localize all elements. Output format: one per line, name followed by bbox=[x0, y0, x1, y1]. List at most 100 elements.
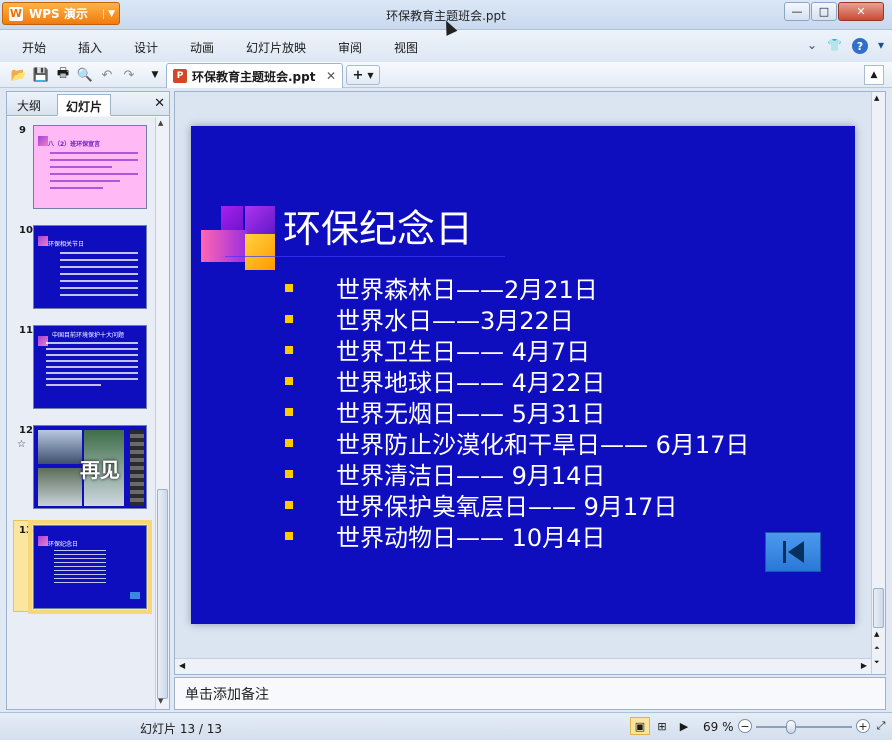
bullet-marker bbox=[285, 500, 293, 509]
thumbnail-title: 环保相关节日 bbox=[48, 241, 85, 248]
new-tab-button[interactable]: + ▼ bbox=[346, 65, 380, 85]
bullet-marker bbox=[285, 345, 293, 354]
close-panel-icon[interactable]: ✕ bbox=[154, 96, 165, 111]
slide-sorter-icon[interactable]: ⊞ bbox=[652, 717, 672, 735]
zoom-in-icon[interactable]: + bbox=[856, 719, 870, 733]
tab-slides[interactable]: 幻灯片 bbox=[57, 94, 112, 116]
thumbnail-title: 八（2）班环保宣言 bbox=[48, 141, 101, 148]
close-tab-icon[interactable]: ✕ bbox=[326, 69, 336, 83]
open-folder-icon[interactable]: 📂 bbox=[10, 66, 28, 84]
slide-thumbnail-13[interactable]: 环保纪念日 bbox=[28, 520, 152, 614]
dropdown-arrow-icon[interactable]: ▾ bbox=[878, 38, 884, 54]
menu-insert[interactable]: 插入 bbox=[78, 39, 102, 56]
fit-window-icon[interactable]: ⤢ bbox=[874, 719, 888, 733]
bullet-marker bbox=[285, 531, 293, 540]
back-arrow-icon bbox=[787, 541, 804, 563]
menu-right-tools: ⌄ 👕 ? ▾ bbox=[807, 38, 884, 54]
scroll-down-icon[interactable]: ▼ bbox=[158, 697, 163, 705]
tab-outline[interactable]: 大纲 bbox=[9, 94, 49, 116]
thumbnail-photo bbox=[38, 430, 82, 464]
bullet-item: 世界清洁日—— 9月14日 bbox=[283, 458, 749, 490]
slide-thumbnail-9[interactable]: 八（2）班环保宣言 bbox=[33, 125, 147, 209]
bullet-text: 世界卫生日—— 4月7日 bbox=[336, 338, 591, 366]
help-icon[interactable]: ? bbox=[851, 38, 868, 54]
menu-animation[interactable]: 动画 bbox=[190, 39, 214, 56]
document-tab[interactable]: P 环保教育主题班会.ppt ✕ bbox=[166, 63, 343, 88]
redo-icon[interactable]: ↷ bbox=[120, 66, 138, 84]
thumbnail-number: 10 bbox=[19, 225, 33, 236]
scroll-up-icon[interactable]: ▲ bbox=[864, 65, 884, 85]
menu-view[interactable]: 视图 bbox=[394, 39, 418, 56]
print-icon[interactable]: 🖶 bbox=[54, 66, 72, 84]
scroll-right-icon[interactable]: ▶ bbox=[861, 661, 867, 670]
slide-thumbnail-10[interactable]: 环保相关节日 bbox=[33, 225, 147, 309]
thumbnail-decoration bbox=[38, 536, 48, 546]
bullet-item: 世界无烟日—— 5月31日 bbox=[283, 396, 749, 428]
bullet-item: 世界保护臭氧层日—— 9月17日 bbox=[283, 489, 749, 521]
thumbnail-title: 环保纪念日 bbox=[48, 541, 79, 548]
next-slide-icon[interactable]: ⏷ bbox=[874, 658, 880, 667]
slide-editor: 环保纪念日 世界森林日——2月21日 世界水日——3月22日 世界卫生日—— 4… bbox=[174, 91, 886, 675]
zoom-out-icon[interactable]: − bbox=[738, 719, 752, 733]
slide-horizontal-scrollbar[interactable]: ◀ ▶ bbox=[175, 658, 871, 674]
bullet-marker bbox=[285, 283, 293, 292]
thumbnail-text-lines bbox=[46, 342, 138, 390]
new-tab-label: + bbox=[352, 67, 364, 83]
scroll-left-icon[interactable]: ◀ bbox=[179, 661, 185, 670]
bullet-text: 世界森林日——2月21日 bbox=[336, 276, 598, 304]
zoom-level[interactable]: 69 % bbox=[703, 720, 734, 734]
bullet-text: 世界无烟日—— 5月31日 bbox=[336, 400, 606, 428]
back-action-button[interactable] bbox=[765, 532, 821, 572]
current-slide[interactable]: 环保纪念日 世界森林日——2月21日 世界水日——3月22日 世界卫生日—— 4… bbox=[191, 126, 855, 624]
scroll-up-icon[interactable]: ▲ bbox=[874, 630, 879, 638]
undo-icon[interactable]: ↶ bbox=[98, 66, 116, 84]
thumbnail-photo bbox=[130, 430, 144, 506]
bullet-marker bbox=[285, 376, 293, 385]
scrollbar-thumb[interactable] bbox=[873, 588, 884, 628]
slide-title[interactable]: 环保纪念日 bbox=[283, 198, 473, 253]
bullet-marker bbox=[285, 407, 293, 416]
menu-review[interactable]: 审阅 bbox=[338, 39, 362, 56]
normal-view-icon[interactable]: ▣ bbox=[630, 717, 650, 735]
slide-vertical-scrollbar[interactable]: ▲ ▲ ⏶ ⏷ bbox=[871, 92, 885, 674]
notes-pane[interactable]: 单击添加备注 bbox=[174, 677, 886, 710]
scrollbar-thumb[interactable] bbox=[157, 489, 168, 699]
thumbnail-title: 中国目前环境保护十大问题 bbox=[52, 332, 125, 339]
skin-icon[interactable]: 👕 bbox=[827, 38, 842, 54]
menu-slideshow[interactable]: 幻灯片放映 bbox=[246, 39, 306, 56]
zoom-slider-thumb[interactable] bbox=[786, 720, 796, 734]
slide-divider bbox=[225, 256, 505, 257]
close-window-button[interactable]: ✕ bbox=[838, 2, 884, 21]
print-preview-icon[interactable]: 🔍 bbox=[76, 66, 94, 84]
bullet-item: 世界动物日—— 10月4日 bbox=[283, 520, 749, 552]
previous-slide-icon[interactable]: ⏶ bbox=[874, 644, 880, 653]
save-icon[interactable]: 💾 bbox=[32, 66, 50, 84]
slide-decoration bbox=[201, 230, 247, 262]
slide-thumbnail-11[interactable]: 中国目前环境保护十大问题 bbox=[33, 325, 147, 409]
thumbnail-photo bbox=[38, 468, 82, 506]
menu-home[interactable]: 开始 bbox=[22, 39, 46, 56]
bullet-text: 世界防止沙漠化和干旱日—— 6月17日 bbox=[336, 431, 750, 459]
scroll-up-icon[interactable]: ▲ bbox=[158, 119, 163, 127]
slide-bullet-list[interactable]: 世界森林日——2月21日 世界水日——3月22日 世界卫生日—— 4月7日 世界… bbox=[283, 272, 750, 552]
thumbnail-decoration bbox=[38, 236, 48, 246]
slide-counter: 幻灯片 13 / 13 bbox=[140, 722, 223, 736]
thumbnail-scrollbar[interactable]: ▲ ▼ bbox=[155, 117, 169, 709]
scroll-up-icon[interactable]: ▲ bbox=[874, 94, 879, 102]
slide-thumbnail-12[interactable]: 再见 bbox=[33, 425, 147, 509]
thumbnail-text-lines bbox=[50, 152, 138, 194]
slideshow-view-icon[interactable]: ▶ bbox=[674, 717, 694, 735]
document-tab-label: 环保教育主题班会.ppt bbox=[192, 69, 316, 84]
minimize-button[interactable]: — bbox=[784, 2, 810, 21]
thumbnail-title: 再见 bbox=[80, 458, 120, 482]
menu-design[interactable]: 设计 bbox=[134, 39, 158, 56]
maximize-button[interactable]: □ bbox=[811, 2, 837, 21]
thumbnail-number: 12 bbox=[19, 425, 33, 436]
toolbar-dropdown-icon[interactable]: ▼ bbox=[146, 66, 164, 84]
animation-star-icon: ☆ bbox=[17, 439, 26, 450]
zoom-slider-track[interactable] bbox=[756, 726, 852, 728]
slide-decoration bbox=[245, 234, 275, 270]
chevron-down-icon: ▼ bbox=[367, 70, 374, 80]
chevron-down-icon[interactable]: ⌄ bbox=[807, 38, 817, 54]
bullet-item: 世界防止沙漠化和干旱日—— 6月17日 bbox=[283, 427, 750, 459]
